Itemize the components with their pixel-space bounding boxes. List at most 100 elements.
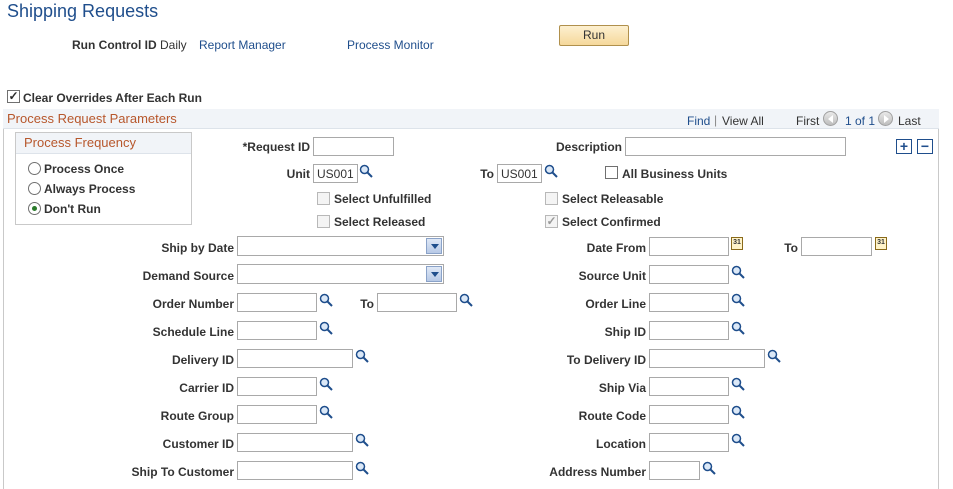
date-from-input[interactable] bbox=[649, 237, 729, 256]
unit-to-label: To bbox=[480, 167, 494, 181]
magnifier-icon[interactable] bbox=[319, 293, 333, 307]
find-link[interactable]: Find bbox=[687, 114, 710, 128]
order-number-to-input[interactable] bbox=[377, 293, 457, 312]
ship-id-label: Ship ID bbox=[604, 325, 646, 339]
magnifier-icon[interactable] bbox=[767, 349, 781, 363]
demand-source-select[interactable] bbox=[237, 264, 444, 284]
previous-icon[interactable] bbox=[823, 111, 838, 126]
next-icon[interactable] bbox=[878, 111, 893, 126]
magnifier-icon[interactable] bbox=[459, 293, 473, 307]
ship-via-input[interactable] bbox=[649, 377, 729, 396]
process-monitor-link[interactable]: Process Monitor bbox=[347, 38, 434, 52]
always-process-label: Always Process bbox=[44, 182, 136, 196]
clear-overrides-label: Clear Overrides After Each Run bbox=[23, 91, 202, 105]
dont-run-label: Don't Run bbox=[44, 202, 101, 216]
unit-label: Unit bbox=[286, 167, 310, 181]
report-manager-link[interactable]: Report Manager bbox=[199, 38, 286, 52]
run-control-label: Run Control ID bbox=[72, 38, 157, 52]
minus-icon[interactable]: − bbox=[917, 139, 933, 154]
run-control-value: Daily bbox=[160, 38, 187, 52]
magnifier-icon[interactable] bbox=[544, 164, 558, 178]
location-label: Location bbox=[596, 437, 646, 451]
route-code-input[interactable] bbox=[649, 405, 729, 424]
ship-to-customer-input[interactable] bbox=[237, 461, 353, 480]
order-line-input[interactable] bbox=[649, 293, 729, 312]
select-unfulfilled-label: Select Unfulfilled bbox=[334, 192, 432, 206]
plus-icon[interactable]: + bbox=[896, 139, 912, 154]
run-button[interactable]: Run bbox=[559, 25, 629, 46]
process-frequency-title: Process Frequency bbox=[24, 135, 136, 150]
select-confirmed-checkbox[interactable] bbox=[545, 215, 558, 228]
find-separator: | bbox=[714, 113, 718, 127]
carrier-id-label: Carrier ID bbox=[179, 381, 234, 395]
address-number-label: Address Number bbox=[549, 465, 646, 479]
select-confirmed-label: Select Confirmed bbox=[562, 215, 661, 229]
magnifier-icon[interactable] bbox=[319, 321, 333, 335]
magnifier-icon[interactable] bbox=[731, 321, 745, 335]
radio-process-once[interactable] bbox=[28, 162, 41, 175]
magnifier-icon[interactable] bbox=[355, 433, 369, 447]
magnifier-icon[interactable] bbox=[731, 377, 745, 391]
order-number-label: Order Number bbox=[152, 297, 234, 311]
carrier-id-input[interactable] bbox=[237, 377, 317, 396]
magnifier-icon[interactable] bbox=[319, 377, 333, 391]
last-label: Last bbox=[898, 114, 921, 128]
radio-always-process[interactable] bbox=[28, 182, 41, 195]
unit-to-input[interactable] bbox=[497, 164, 542, 183]
panel-title: Process Request Parameters bbox=[7, 111, 177, 126]
source-unit-input[interactable] bbox=[649, 265, 729, 284]
select-releasable-label: Select Releasable bbox=[562, 192, 664, 206]
request-id-input[interactable] bbox=[313, 137, 394, 156]
magnifier-icon[interactable] bbox=[319, 405, 333, 419]
ship-to-customer-label: Ship To Customer bbox=[131, 465, 234, 479]
order-line-label: Order Line bbox=[585, 297, 646, 311]
magnifier-icon[interactable] bbox=[702, 461, 716, 475]
schedule-line-input[interactable] bbox=[237, 321, 317, 340]
calendar-icon[interactable]: 31 bbox=[875, 237, 887, 250]
source-unit-label: Source Unit bbox=[578, 269, 646, 283]
ship-by-date-label: Ship by Date bbox=[161, 241, 234, 255]
request-id-label: *Request ID bbox=[242, 140, 310, 154]
magnifier-icon[interactable] bbox=[731, 293, 745, 307]
description-label: Description bbox=[555, 140, 622, 154]
magnifier-icon[interactable] bbox=[359, 164, 373, 178]
magnifier-icon[interactable] bbox=[731, 433, 745, 447]
chevron-down-icon bbox=[426, 266, 442, 282]
select-releasable-checkbox[interactable] bbox=[545, 192, 558, 205]
ship-by-date-select[interactable] bbox=[237, 236, 444, 256]
date-to-input[interactable] bbox=[801, 237, 872, 256]
location-input[interactable] bbox=[649, 433, 729, 452]
magnifier-icon[interactable] bbox=[731, 265, 745, 279]
delivery-id-input[interactable] bbox=[237, 349, 353, 368]
magnifier-icon[interactable] bbox=[355, 461, 369, 475]
to-delivery-id-label: To Delivery ID bbox=[566, 353, 646, 367]
magnifier-icon[interactable] bbox=[355, 349, 369, 363]
process-once-label: Process Once bbox=[44, 162, 125, 176]
page-title: Shipping Requests bbox=[7, 1, 159, 21]
clear-overrides-checkbox[interactable] bbox=[7, 90, 20, 103]
first-label: First bbox=[796, 114, 820, 128]
description-input[interactable] bbox=[625, 137, 846, 156]
date-to-label: To bbox=[784, 241, 798, 255]
ship-id-input[interactable] bbox=[649, 321, 729, 340]
to-delivery-id-input[interactable] bbox=[649, 349, 765, 368]
view-all-link[interactable]: View All bbox=[722, 114, 764, 128]
demand-source-label: Demand Source bbox=[142, 269, 234, 283]
schedule-line-label: Schedule Line bbox=[152, 325, 234, 339]
calendar-icon[interactable]: 31 bbox=[731, 237, 743, 250]
route-group-input[interactable] bbox=[237, 405, 317, 424]
customer-id-input[interactable] bbox=[237, 433, 353, 452]
address-number-input[interactable] bbox=[649, 461, 700, 480]
radio-dont-run[interactable] bbox=[28, 202, 41, 215]
select-released-checkbox[interactable] bbox=[317, 215, 330, 228]
unit-input[interactable] bbox=[313, 164, 358, 183]
select-unfulfilled-checkbox[interactable] bbox=[317, 192, 330, 205]
order-number-input[interactable] bbox=[237, 293, 317, 312]
customer-id-label: Customer ID bbox=[162, 437, 234, 451]
all-business-units-checkbox[interactable] bbox=[605, 166, 618, 179]
range-text: 1 of 1 bbox=[845, 114, 876, 128]
delivery-id-label: Delivery ID bbox=[171, 353, 234, 367]
ship-via-label: Ship Via bbox=[598, 381, 646, 395]
magnifier-icon[interactable] bbox=[731, 405, 745, 419]
date-from-label: Date From bbox=[586, 241, 646, 255]
